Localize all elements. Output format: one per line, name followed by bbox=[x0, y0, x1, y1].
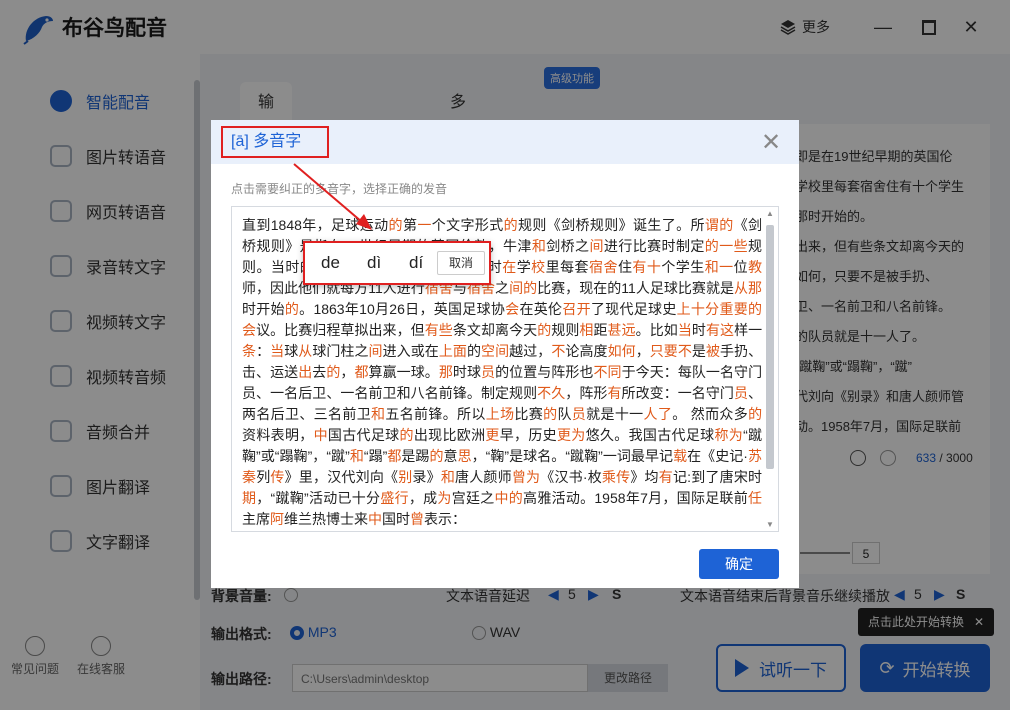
scroll-thumb[interactable] bbox=[766, 225, 774, 469]
polyphone-char[interactable]: 不久 bbox=[537, 385, 565, 401]
polyphone-char[interactable]: 和 bbox=[441, 469, 455, 485]
pinyin-option[interactable]: dí bbox=[409, 253, 423, 273]
polyphone-char[interactable]: 和 bbox=[371, 406, 385, 422]
polyphone-char[interactable]: 不同 bbox=[593, 364, 621, 380]
polyphone-char[interactable]: 被 bbox=[706, 343, 720, 359]
polyphone-char[interactable]: 的一些 bbox=[705, 238, 748, 254]
polyphone-char[interactable]: 会 bbox=[505, 301, 519, 317]
polyphone-char[interactable]: 当 bbox=[270, 343, 284, 359]
polyphone-char[interactable]: 中 bbox=[314, 427, 328, 443]
polyphone-char[interactable]: 不 bbox=[551, 343, 565, 359]
polyphone-char[interactable]: 和 bbox=[532, 238, 546, 254]
polyphone-char[interactable]: 当 bbox=[678, 322, 692, 338]
polyphone-char[interactable]: 的 bbox=[389, 217, 403, 233]
polyphone-char[interactable]: 上面 bbox=[439, 343, 467, 359]
polyphone-char[interactable]: 传 bbox=[270, 469, 284, 485]
polyphone-char[interactable]: 中的 bbox=[495, 490, 524, 506]
polyphone-char[interactable]: 期 bbox=[242, 490, 256, 506]
polyphone-char[interactable]: 谓的 bbox=[705, 217, 734, 233]
dialog-close-icon[interactable]: ✕ bbox=[761, 128, 781, 157]
polyphone-char[interactable]: 更为 bbox=[557, 427, 586, 443]
polyphone-char[interactable]: 的 bbox=[543, 406, 557, 422]
polyphone-char[interactable]: 曾 bbox=[410, 511, 424, 527]
polyphone-char[interactable]: 的 bbox=[537, 322, 551, 338]
scroll-up-icon[interactable]: ▲ bbox=[766, 209, 774, 218]
pinyin-option[interactable]: dì bbox=[367, 253, 381, 273]
polyphone-dialog: [ā] 多音字 ✕ 点击需要纠正的多音字，选择正确的发音 直到1848年，足球运… bbox=[211, 120, 799, 588]
polyphone-char[interactable]: 的 bbox=[748, 406, 762, 422]
polyphone-char[interactable]: 空间 bbox=[481, 343, 509, 359]
dialog-hint: 点击需要纠正的多音字，选择正确的发音 bbox=[231, 182, 448, 196]
polyphone-char[interactable]: 阿 bbox=[270, 511, 284, 527]
text-scrollbar[interactable]: ▲ ▼ bbox=[766, 209, 774, 529]
polyphone-char[interactable]: 思 bbox=[458, 448, 472, 464]
polyphone-char[interactable]: 从 bbox=[298, 343, 312, 359]
polyphone-char[interactable]: 间的 bbox=[509, 280, 537, 296]
polyphone-char[interactable]: 曾为 bbox=[512, 469, 540, 485]
dialog-title: [ā] 多音字 bbox=[221, 126, 329, 158]
polyphone-char[interactable]: 一 bbox=[417, 217, 431, 233]
polyphone-char[interactable]: 上场 bbox=[486, 406, 515, 422]
polyphone-char[interactable]: 出 bbox=[298, 364, 312, 380]
scroll-down-icon[interactable]: ▼ bbox=[766, 520, 774, 529]
polyphone-char[interactable]: 间 bbox=[589, 238, 603, 254]
polyphone-char[interactable]: 任 bbox=[748, 490, 762, 506]
polyphone-char[interactable]: 乘传 bbox=[602, 469, 630, 485]
polyphone-char[interactable]: 有些 bbox=[425, 322, 453, 338]
polyphone-char[interactable]: 只要不 bbox=[650, 343, 692, 359]
polyphone-char[interactable]: 载 bbox=[673, 448, 687, 464]
polyphone-char[interactable]: 人了 bbox=[644, 406, 673, 422]
polyphone-char[interactable]: 和 bbox=[350, 448, 364, 464]
polyphone-char[interactable]: 员 bbox=[734, 385, 748, 401]
polyphone-char[interactable]: 宿舍 bbox=[589, 259, 618, 275]
polyphone-char[interactable]: 员 bbox=[481, 364, 495, 380]
polyphone-char[interactable]: 有十 bbox=[632, 259, 661, 275]
polyphone-char[interactable]: 条 bbox=[242, 343, 256, 359]
polyphone-char[interactable]: 有 bbox=[607, 385, 621, 401]
polyphone-char[interactable]: 都 bbox=[387, 448, 401, 464]
polyphone-char[interactable]: 中 bbox=[368, 511, 382, 527]
polyphone-char[interactable]: 称为 bbox=[714, 427, 743, 443]
polyphone-char[interactable]: 盛行 bbox=[380, 490, 409, 506]
polyphone-char[interactable]: 更 bbox=[485, 427, 499, 443]
polyphone-char[interactable]: 教 bbox=[748, 259, 762, 275]
polyphone-char[interactable]: 那 bbox=[439, 364, 453, 380]
polyphone-char[interactable]: 从那 bbox=[734, 280, 762, 296]
confirm-button[interactable]: 确定 bbox=[699, 549, 779, 579]
polyphone-char[interactable]: 的 bbox=[326, 364, 340, 380]
pinyin-popup: de dì dí 取消 bbox=[303, 241, 491, 285]
polyphone-char[interactable]: 的 bbox=[399, 427, 413, 443]
pinyin-cancel-button[interactable]: 取消 bbox=[437, 251, 485, 275]
polyphone-char[interactable]: 有 bbox=[659, 469, 673, 485]
polyphone-char[interactable]: 间 bbox=[369, 343, 383, 359]
polyphone-char[interactable]: 员 bbox=[572, 406, 586, 422]
polyphone-char[interactable]: 的 bbox=[504, 217, 518, 233]
pinyin-option[interactable]: de bbox=[321, 253, 340, 273]
polyphone-char[interactable]: 如何 bbox=[608, 343, 636, 359]
polyphone-char[interactable]: 的 bbox=[429, 448, 443, 464]
polyphone-char[interactable]: 别 bbox=[398, 469, 412, 485]
polyphone-char[interactable]: 都 bbox=[354, 364, 368, 380]
polyphone-char[interactable]: 召开 bbox=[562, 301, 591, 317]
polyphone-char[interactable]: 和一 bbox=[705, 259, 734, 275]
polyphone-char[interactable]: 甚远 bbox=[608, 322, 636, 338]
polyphone-char[interactable]: 校 bbox=[531, 259, 545, 275]
polyphone-char[interactable]: 相 bbox=[579, 322, 593, 338]
polyphone-char[interactable]: 为 bbox=[437, 490, 451, 506]
polyphone-char[interactable]: 在 bbox=[502, 259, 516, 275]
polyphone-char[interactable]: 的 bbox=[285, 301, 299, 317]
polyphone-char[interactable]: 有这 bbox=[706, 322, 734, 338]
